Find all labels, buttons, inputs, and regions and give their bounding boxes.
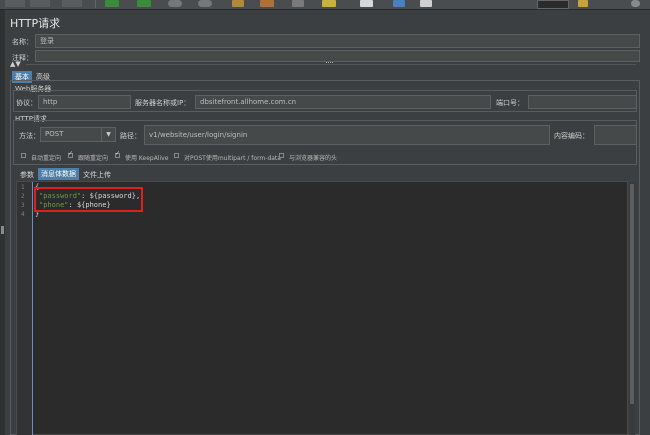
tab-body-data[interactable]: 消息体数据	[38, 168, 79, 180]
toolbar-button[interactable]	[30, 0, 50, 7]
start-icon[interactable]	[105, 0, 119, 7]
clear-icon[interactable]	[232, 0, 244, 7]
browser-headers-label: 与浏览器兼容的头	[289, 155, 338, 162]
port-field[interactable]	[528, 95, 637, 109]
search-icon[interactable]	[292, 0, 304, 7]
splitter-handle[interactable]	[1, 226, 4, 234]
function-helper-icon[interactable]	[360, 0, 373, 7]
fold-bar	[32, 182, 33, 435]
port-label: 端口号：	[496, 99, 524, 107]
page-title: HTTP请求	[10, 17, 61, 30]
remote-icon[interactable]	[420, 0, 432, 7]
help-icon[interactable]	[393, 0, 405, 7]
tree-pane-edge	[0, 10, 5, 435]
collapse-arrows-icon[interactable]: ▲▼	[10, 60, 21, 68]
method-select[interactable]: POST ▼	[40, 127, 116, 142]
body-data-editor[interactable]	[16, 181, 628, 435]
line-number-gutter	[17, 182, 32, 435]
name-field[interactable]: 登录	[35, 34, 640, 48]
toolbar-button[interactable]	[5, 0, 25, 7]
name-label: 名称：	[12, 38, 33, 46]
reset-search-icon[interactable]	[322, 0, 336, 7]
line-number: 2	[21, 193, 25, 200]
clear-all-icon[interactable]	[260, 0, 274, 7]
comment-field[interactable]	[35, 50, 640, 62]
follow-redirect-label: 跟随重定向	[78, 155, 109, 162]
shutdown-icon[interactable]	[198, 0, 212, 7]
line-number: 1	[21, 184, 25, 191]
thread-counter	[537, 0, 569, 9]
browser-headers-checkbox[interactable]	[279, 153, 284, 158]
tab-files-upload[interactable]: 文件上传	[80, 169, 114, 181]
multipart-label: 对POST使用multipart / form-data	[184, 155, 281, 162]
keepalive-checkbox[interactable]	[115, 150, 120, 158]
split-handle[interactable]	[326, 62, 333, 65]
warning-icon[interactable]	[578, 0, 588, 7]
auto-redirect-checkbox[interactable]	[21, 153, 26, 158]
encoding-field[interactable]	[594, 125, 637, 145]
scrollbar-thumb[interactable]	[630, 184, 634, 404]
method-label: 方法：	[19, 132, 40, 140]
start-no-pause-icon[interactable]	[137, 0, 151, 7]
tab-parameters[interactable]: 参数	[17, 169, 37, 181]
method-value: POST	[45, 130, 64, 138]
multipart-checkbox[interactable]	[174, 153, 179, 158]
follow-redirect-checkbox[interactable]	[68, 150, 73, 158]
toolbar	[0, 0, 650, 10]
toolbar-button[interactable]	[62, 0, 82, 7]
protocol-label: 协议：	[16, 99, 37, 107]
server-field[interactable]: dbsitefront.allhome.com.cn	[195, 95, 491, 109]
protocol-field[interactable]: http	[38, 95, 131, 109]
encoding-label: 内容编码：	[554, 132, 589, 140]
line-number: 4	[21, 211, 25, 218]
chevron-down-icon[interactable]: ▼	[101, 128, 115, 141]
path-field[interactable]: v1/website/user/login/signin	[144, 125, 550, 145]
keepalive-label: 使用 KeepAlive	[125, 155, 169, 162]
server-label: 服务器名称或IP：	[135, 99, 191, 107]
path-label: 路径：	[120, 132, 141, 140]
auto-redirect-label: 自动重定向	[31, 155, 62, 162]
line-number: 3	[21, 202, 25, 209]
annotation-highlight-box	[34, 187, 143, 212]
stop-icon[interactable]	[168, 0, 182, 7]
log-toggle-icon[interactable]	[631, 0, 640, 7]
